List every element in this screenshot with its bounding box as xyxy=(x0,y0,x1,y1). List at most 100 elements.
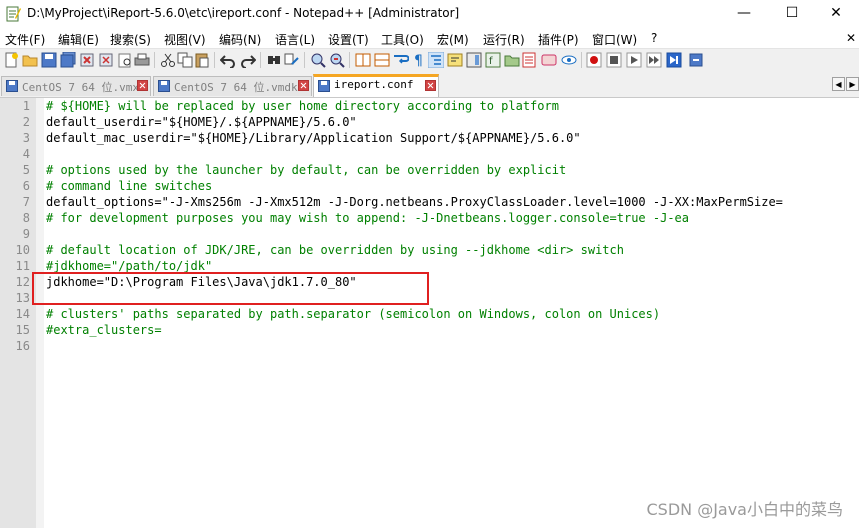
text-editor[interactable]: # ${HOME} will be replaced by user home … xyxy=(44,98,859,528)
print-icon[interactable] xyxy=(134,52,150,68)
playback-macro-icon[interactable] xyxy=(626,52,642,68)
menu-window[interactable]: 窗口(W) xyxy=(592,31,637,48)
menu-view[interactable]: 视图(V) xyxy=(164,31,206,48)
sync-horizontal-icon[interactable] xyxy=(374,52,390,68)
line-number: 7 xyxy=(22,195,30,209)
tab-scroll-right-icon[interactable]: ▶ xyxy=(846,77,859,91)
menu-encoding[interactable]: 编码(N) xyxy=(219,31,261,48)
line-number: 14 xyxy=(15,307,30,321)
toggle-bookmark-icon[interactable] xyxy=(688,52,704,68)
function-list-icon[interactable]: f xyxy=(485,52,501,68)
close-document-button[interactable]: ✕ xyxy=(846,31,856,45)
code-line[interactable]: # default location of JDK/JRE, can be ov… xyxy=(46,242,624,258)
code-line[interactable]: # ${HOME} will be replaced by user home … xyxy=(46,98,559,114)
replace-icon[interactable] xyxy=(284,52,300,68)
tab-close-icon[interactable] xyxy=(425,80,436,91)
line-number: 2 xyxy=(22,115,30,129)
print-preview-icon[interactable] xyxy=(117,52,133,68)
find-icon[interactable] xyxy=(266,52,282,68)
user-language-icon[interactable] xyxy=(447,52,463,68)
folder-as-workspace-icon[interactable] xyxy=(504,52,520,68)
file-saved-icon xyxy=(6,80,18,92)
undo-icon[interactable] xyxy=(220,52,236,68)
monitoring-icon[interactable] xyxy=(541,52,557,68)
line-number: 16 xyxy=(15,339,30,353)
copy-icon[interactable] xyxy=(177,52,193,68)
menu-run[interactable]: 运行(R) xyxy=(483,31,525,48)
word-wrap-icon[interactable] xyxy=(393,52,409,68)
menu-bar: 文件(F) 编辑(E) 搜索(S) 视图(V) 编码(N) 语言(L) 设置(T… xyxy=(0,28,859,48)
line-number: 12 xyxy=(15,275,30,289)
menu-help[interactable]: ? xyxy=(651,31,657,45)
tab-label: CentOS 7 64 位.vmx xyxy=(22,81,139,94)
code-line[interactable]: # for development purposes you may wish … xyxy=(46,210,689,226)
menu-file[interactable]: 文件(F) xyxy=(5,31,45,48)
menu-language[interactable]: 语言(L) xyxy=(275,31,315,48)
stop-recording-icon[interactable] xyxy=(606,52,622,68)
close-file-icon[interactable] xyxy=(79,52,95,68)
close-button[interactable]: ✕ xyxy=(813,0,859,28)
save-macro-icon[interactable] xyxy=(666,52,682,68)
tab-ireport-conf[interactable]: ireport.conf xyxy=(313,74,439,97)
tab-close-icon[interactable] xyxy=(298,80,309,91)
menu-plugins[interactable]: 插件(P) xyxy=(538,31,579,48)
run-macro-multiple-icon[interactable] xyxy=(646,52,662,68)
save-icon[interactable] xyxy=(41,52,57,68)
document-map-icon[interactable] xyxy=(466,52,482,68)
eye-icon[interactable] xyxy=(561,52,577,68)
tab-scroll-left-icon[interactable]: ◀ xyxy=(832,77,845,91)
code-line[interactable]: # command line switches xyxy=(46,178,212,194)
line-number: 3 xyxy=(22,131,30,145)
line-number: 11 xyxy=(15,259,30,273)
menu-settings[interactable]: 设置(T) xyxy=(328,31,369,48)
fold-margin[interactable] xyxy=(36,98,44,528)
code-line[interactable]: default_options="-J-Xms256m -J-Xmx512m -… xyxy=(46,194,783,210)
tab-close-icon[interactable] xyxy=(137,80,148,91)
open-file-icon[interactable] xyxy=(22,52,38,68)
zoom-out-icon[interactable] xyxy=(329,52,345,68)
menu-tools[interactable]: 工具(O) xyxy=(381,31,424,48)
file-saved-icon xyxy=(158,80,170,92)
tab-centos-vmx[interactable]: CentOS 7 64 位.vmx xyxy=(1,76,151,96)
menu-search[interactable]: 搜索(S) xyxy=(110,31,151,48)
doc-list-icon[interactable] xyxy=(521,52,537,68)
annotation-highlight-box xyxy=(32,272,429,305)
tab-bar: CentOS 7 64 位.vmx CentOS 7 64 位.vmdk ire… xyxy=(0,71,859,98)
svg-text:f: f xyxy=(489,56,493,67)
line-number: 1 xyxy=(22,99,30,113)
new-file-icon[interactable] xyxy=(3,52,19,68)
redo-icon[interactable] xyxy=(240,52,256,68)
code-line[interactable]: #extra_clusters= xyxy=(46,322,162,338)
indent-guide-icon[interactable] xyxy=(428,52,444,68)
watermark: CSDN @Java小白中的菜鸟 xyxy=(646,500,843,519)
toolbar-separator xyxy=(260,52,261,68)
line-number: 6 xyxy=(22,179,30,193)
menu-macro[interactable]: 宏(M) xyxy=(437,31,469,48)
code-line[interactable]: # clusters' paths separated by path.sepa… xyxy=(46,306,660,322)
cut-icon[interactable] xyxy=(160,52,176,68)
record-macro-icon[interactable] xyxy=(586,52,602,68)
svg-text:¶: ¶ xyxy=(414,53,423,68)
code-line[interactable]: # options used by the launcher by defaul… xyxy=(46,162,566,178)
code-line[interactable]: default_mac_userdir="${HOME}/Library/App… xyxy=(46,130,581,146)
zoom-in-icon[interactable] xyxy=(310,52,326,68)
line-number: 4 xyxy=(22,147,30,161)
line-number: 5 xyxy=(22,163,30,177)
maximize-button[interactable]: ☐ xyxy=(769,0,815,28)
sync-vertical-icon[interactable] xyxy=(355,52,371,68)
toolbar-separator xyxy=(304,52,305,68)
toolbar-separator xyxy=(349,52,350,68)
line-number: 10 xyxy=(15,243,30,257)
tab-label: CentOS 7 64 位.vmdk xyxy=(174,81,298,94)
code-line[interactable]: default_userdir="${HOME}/.${APPNAME}/5.6… xyxy=(46,114,357,130)
tab-centos-vmdk[interactable]: CentOS 7 64 位.vmdk xyxy=(153,76,312,96)
close-all-icon[interactable] xyxy=(98,52,114,68)
line-number: 13 xyxy=(15,291,30,305)
minimize-button[interactable]: — xyxy=(721,0,767,28)
menu-edit[interactable]: 编辑(E) xyxy=(58,31,99,48)
paste-icon[interactable] xyxy=(194,52,210,68)
show-all-characters-icon[interactable]: ¶ xyxy=(411,52,427,68)
file-saved-icon xyxy=(318,80,330,92)
line-number: 9 xyxy=(22,227,30,241)
save-all-icon[interactable] xyxy=(60,52,76,68)
